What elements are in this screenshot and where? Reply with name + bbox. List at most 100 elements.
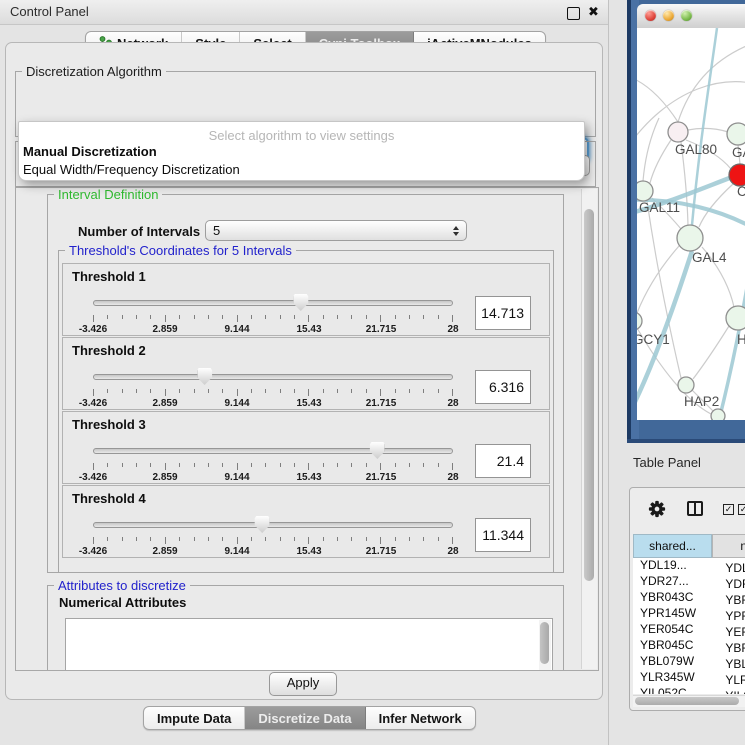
list-scrollbar[interactable] [539, 620, 551, 671]
table-panel-title: Table Panel [633, 455, 701, 470]
threshold-value-field[interactable]: 6.316 [475, 370, 531, 404]
slider-tick-label: 2.859 [152, 472, 177, 483]
slider-track[interactable] [93, 300, 453, 306]
attribute-list-item[interactable] [66, 623, 552, 625]
slider-track[interactable] [93, 374, 453, 380]
slider-tick-label: 28 [447, 546, 458, 557]
table-row[interactable]: YBR045C YBR0 [633, 638, 745, 654]
node-h [726, 306, 745, 330]
threshold-slider[interactable]: -3.4262.8599.14415.4321.71528 [93, 441, 453, 483]
slider-track[interactable] [93, 522, 453, 528]
threshold-slider[interactable]: -3.4262.8599.14415.4321.71528 [93, 367, 453, 409]
minimize-traffic-light-icon[interactable] [663, 10, 674, 21]
threshold-label: Threshold 2 [72, 343, 146, 358]
numerical-attributes-label: Numerical Attributes [59, 595, 186, 610]
thresholds-group: Threshold's Coordinates for 5 Intervals … [58, 250, 554, 573]
table-row[interactable]: YER054C YER0 [633, 622, 745, 638]
apply-button[interactable]: Apply [269, 672, 337, 696]
slider-tick-label: -3.426 [79, 546, 107, 557]
threshold-value-field[interactable]: 21.4 [475, 444, 531, 478]
slider-tick-labels: -3.4262.8599.14415.4321.71528 [93, 472, 453, 484]
threshold-panel: Threshold 1 -3.4262.8599.14415.4321.7152… [62, 263, 550, 336]
popup-placeholder-item[interactable]: Select algorithm to view settings [19, 122, 584, 143]
slider-thumb-icon[interactable] [370, 442, 385, 459]
cell-shared-name: YLR345W [633, 670, 712, 684]
zoom-traffic-light-icon[interactable] [681, 10, 692, 21]
cell-shared-name: YDR27... [633, 574, 712, 588]
threshold-panel: Threshold 3 -3.4262.8599.14415.4321.7152… [62, 411, 550, 484]
slider-tick-label: 2.859 [152, 324, 177, 335]
network-node-labels: GAL80 GA C GAL11 GAL4 GCY1 H HAP2 [637, 142, 745, 409]
table-row[interactable]: YDR27... YDR2 [633, 574, 745, 590]
column-header-shared-name[interactable]: shared... [633, 534, 712, 558]
node-label: GAL80 [675, 142, 717, 157]
slider-tick-label: 15.43 [296, 546, 321, 557]
table-row[interactable]: YPR145W YPR1 [633, 606, 745, 622]
popup-item-manual-discretization[interactable]: Manual Discretization [19, 143, 584, 161]
node-gcy1 [637, 312, 642, 330]
column-header-name[interactable]: na [712, 534, 745, 558]
node-gal80 [668, 122, 688, 142]
slider-tick-label: 9.144 [224, 324, 249, 335]
number-of-intervals-value: 5 [213, 223, 220, 238]
slider-tick-label: 28 [447, 398, 458, 409]
table-row[interactable]: YDL19... YDL1 [633, 558, 745, 574]
table-horizontal-scrollbar[interactable] [633, 695, 745, 707]
tab-impute-data-label: Impute Data [157, 711, 231, 726]
numerical-attributes-list[interactable] [65, 618, 553, 671]
cell-name: YLR3 [715, 673, 745, 687]
table-row[interactable]: YIL052C YIL0 [633, 686, 745, 694]
number-of-intervals-combobox[interactable]: 5 [205, 220, 467, 241]
threshold-slider[interactable]: -3.4262.8599.14415.4321.71528 [93, 293, 453, 335]
close-traffic-light-icon[interactable] [645, 10, 656, 21]
slider-tick-label: 2.859 [152, 398, 177, 409]
threshold-label: Threshold 3 [72, 417, 146, 432]
slider-tick-label: 2.859 [152, 546, 177, 557]
tab-impute-data[interactable]: Impute Data [144, 707, 245, 729]
tab-discretize-data-label: Discretize Data [258, 711, 351, 726]
checkbox-icon[interactable]: ✓ [723, 504, 734, 515]
table-row[interactable]: YBR043C YBR0 [633, 590, 745, 606]
cell-name: YER0 [715, 625, 745, 639]
node-selected-red [729, 164, 745, 186]
node-label: GA [732, 145, 745, 160]
cell-shared-name: YPR145W [633, 606, 712, 620]
slider-ticks [93, 315, 453, 323]
cell-name: YDL1 [715, 561, 745, 575]
popup-item-equal-width-frequency[interactable]: Equal Width/Frequency Discretization [19, 161, 584, 179]
node-label: C [737, 184, 745, 199]
tab-infer-network[interactable]: Infer Network [366, 707, 475, 729]
threshold-label: Threshold 4 [72, 491, 146, 506]
threshold-value-field[interactable]: 14.713 [475, 296, 531, 330]
threshold-panel: Threshold 2 -3.4262.8599.14415.4321.7152… [62, 337, 550, 410]
columns-icon[interactable] [687, 501, 703, 516]
panel-scrollbar[interactable] [581, 189, 597, 669]
attributes-to-discretize-group: Attributes to discretize Numerical Attri… [47, 585, 564, 671]
slider-thumb-icon[interactable] [293, 294, 308, 311]
table-panel-toolbar: ✓ ✓ [630, 488, 745, 530]
network-canvas[interactable]: GAL80 GA C GAL11 GAL4 GCY1 H HAP2 [637, 28, 745, 420]
table-row[interactable]: YBL079W YBL0 [633, 654, 745, 670]
slider-track[interactable] [93, 448, 453, 454]
checkbox-icon[interactable]: ✓ [738, 504, 745, 515]
float-window-icon[interactable] [567, 7, 580, 20]
slider-tick-label: 9.144 [224, 546, 249, 557]
slider-ticks [93, 389, 453, 397]
threshold-slider[interactable]: -3.4262.8599.14415.4321.71528 [93, 515, 453, 557]
slider-thumb-icon[interactable] [197, 368, 212, 385]
slider-tick-label: 21.715 [366, 472, 397, 483]
slider-tick-label: 28 [447, 472, 458, 483]
control-panel-titlebar: Control Panel ✖ [0, 0, 608, 25]
threshold-value-field[interactable]: 11.344 [475, 518, 531, 552]
table-rows: YDL19... YDL1 YDR27... YDR2 YBR043C YBR0… [633, 558, 745, 694]
table-row[interactable]: YLR345W YLR3 [633, 670, 745, 686]
network-edges-highlighted [637, 28, 745, 420]
slider-tick-label: 15.43 [296, 398, 321, 409]
tab-discretize-data[interactable]: Discretize Data [245, 707, 365, 729]
slider-thumb-icon[interactable] [255, 516, 270, 533]
network-view-window: GAL80 GA C GAL11 GAL4 GCY1 H HAP2 [627, 0, 745, 443]
slider-tick-label: 21.715 [366, 546, 397, 557]
close-icon[interactable]: ✖ [588, 7, 599, 18]
gear-icon[interactable] [648, 500, 666, 518]
node-label: GAL11 [639, 200, 680, 215]
